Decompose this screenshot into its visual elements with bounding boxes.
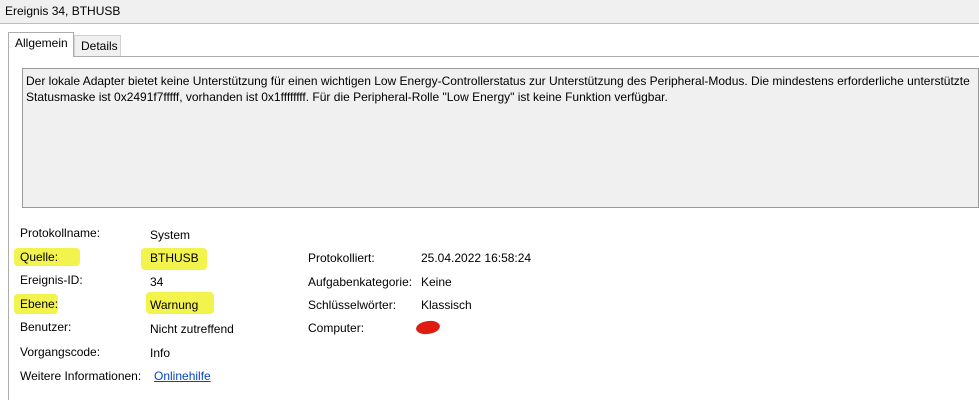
protokollname-label: Protokollname: bbox=[20, 226, 101, 240]
ereignis-id-value: 34 bbox=[150, 275, 164, 289]
onlinehilfe-link[interactable]: Onlinehilfe bbox=[154, 369, 211, 383]
ebene-label: Ebene: bbox=[20, 297, 59, 311]
benutzer-value: Nicht zutreffend bbox=[150, 322, 234, 336]
event-description[interactable]: Der lokale Adapter bietet keine Unterstü… bbox=[22, 68, 979, 208]
ebene-value: Warnung bbox=[150, 298, 199, 312]
window-titlebar: Ereignis 34, BTHUSB bbox=[0, 0, 979, 24]
benutzer-label: Benutzer: bbox=[20, 320, 72, 334]
tab-details[interactable]: Details bbox=[74, 35, 121, 57]
aufgabenkategorie-label: Aufgabenkategorie: bbox=[308, 275, 413, 289]
schluesselwoerter-label: Schlüsselwörter: bbox=[308, 298, 397, 312]
vorgangscode-value: Info bbox=[150, 346, 171, 360]
tab-allgemein[interactable]: Allgemein bbox=[8, 32, 74, 57]
quelle-label: Quelle: bbox=[20, 250, 59, 264]
weitere-informationen-label: Weitere Informationen: bbox=[20, 369, 142, 383]
quelle-value: BTHUSB bbox=[150, 251, 199, 265]
protokolliert-label: Protokolliert: bbox=[308, 251, 375, 265]
protokolliert-value: 25.04.2022 16:58:24 bbox=[421, 251, 532, 265]
aufgabenkategorie-value: Keine bbox=[421, 275, 452, 289]
vorgangscode-label: Vorgangscode: bbox=[20, 345, 101, 359]
tab-bar: Allgemein Details bbox=[0, 24, 979, 57]
protokollname-value: System bbox=[150, 228, 191, 242]
computer-label: Computer: bbox=[308, 321, 365, 335]
window-title: Ereignis 34, BTHUSB bbox=[5, 4, 121, 18]
schluesselwoerter-value: Klassisch bbox=[421, 298, 472, 312]
ereignis-id-label: Ereignis-ID: bbox=[20, 273, 83, 287]
